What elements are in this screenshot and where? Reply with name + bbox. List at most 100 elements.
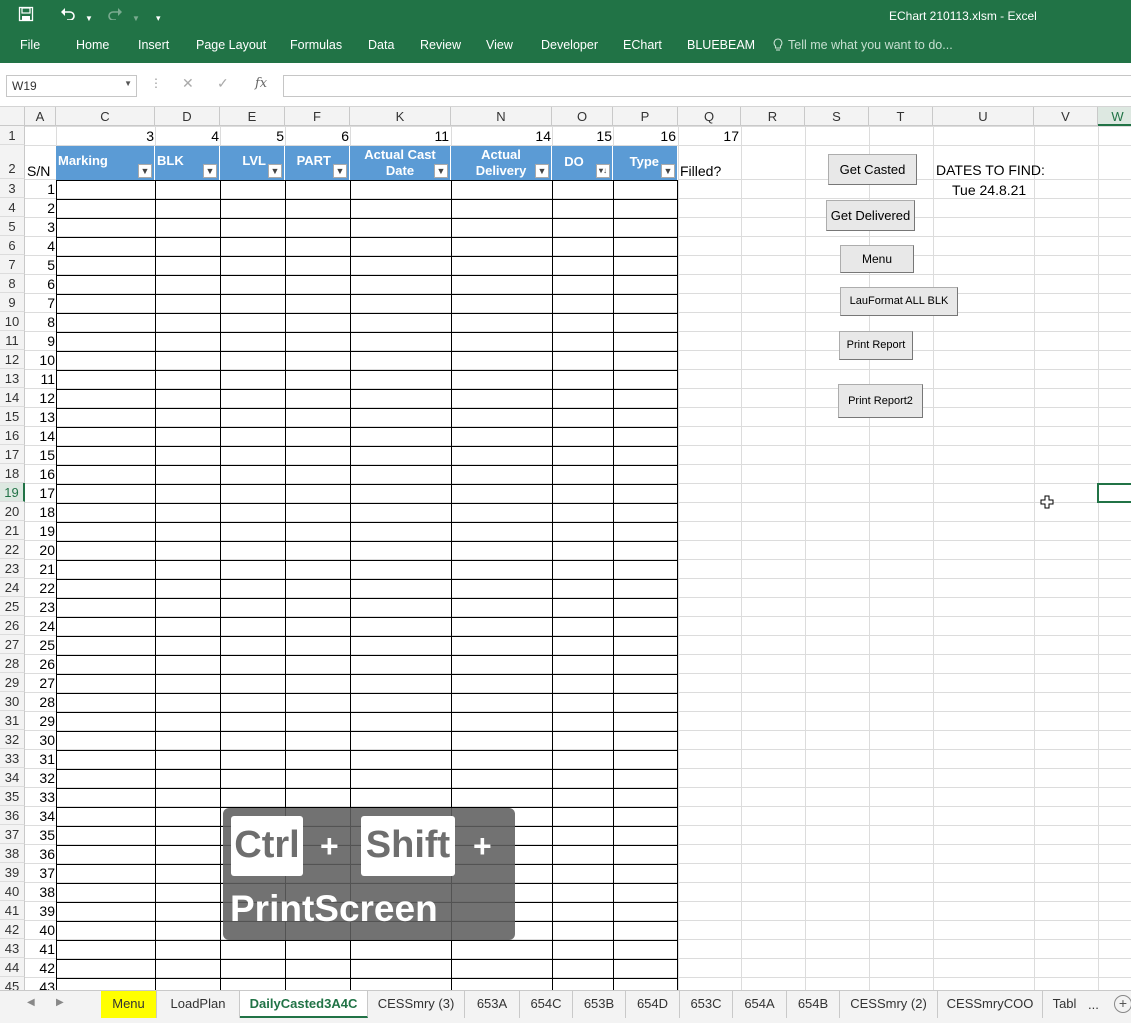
serial-number-cell[interactable]: 5 (25, 257, 55, 273)
row-header[interactable]: 16 (0, 426, 25, 445)
sheet-tab-653a[interactable]: 653A (465, 991, 520, 1018)
insert-function-icon[interactable]: fx (255, 76, 267, 91)
sort-filter-icon[interactable]: ▾↓ (596, 164, 610, 178)
serial-number-cell[interactable]: 33 (25, 789, 55, 805)
sheet-tab-cessmry-2[interactable]: CESSmry (2) (840, 991, 938, 1018)
row-header[interactable]: 38 (0, 844, 25, 863)
row-header[interactable]: 2 (0, 145, 25, 179)
get-delivered-button[interactable]: Get Delivered (826, 200, 915, 231)
row-header[interactable]: 41 (0, 901, 25, 920)
col-header-f[interactable]: F (285, 107, 350, 126)
sheet-tab-menu[interactable]: Menu (101, 991, 157, 1018)
row-header[interactable]: 20 (0, 502, 25, 521)
row-header[interactable]: 42 (0, 920, 25, 939)
cell-n1[interactable]: 14 (535, 128, 551, 144)
sheet-tab-tabl[interactable]: Tabl (1043, 991, 1086, 1018)
worksheet[interactable]: A C D E F K N O P Q R S T U V W 12345678… (0, 107, 1131, 990)
col-header-s[interactable]: S (805, 107, 869, 126)
cell-k1[interactable]: 11 (434, 128, 449, 144)
col-header-w[interactable]: W (1098, 107, 1131, 126)
row-header[interactable]: 10 (0, 312, 25, 331)
row-header[interactable]: 3 (0, 179, 25, 198)
cell-c1[interactable]: 3 (146, 128, 154, 144)
header-lvl[interactable]: LVL ▼ (220, 146, 285, 180)
sn-label[interactable]: S/N (27, 163, 50, 179)
filter-dropdown-icon[interactable]: ▼ (535, 164, 549, 178)
row-header[interactable]: 11 (0, 331, 25, 350)
cell-p1[interactable]: 16 (660, 128, 676, 144)
serial-number-cell[interactable]: 1 (25, 181, 55, 197)
filter-dropdown-icon[interactable]: ▼ (661, 164, 675, 178)
serial-number-cell[interactable]: 11 (25, 371, 55, 387)
selected-cell-w19[interactable] (1097, 483, 1131, 503)
serial-number-cell[interactable]: 27 (25, 675, 55, 691)
cell-o1[interactable]: 15 (596, 128, 612, 144)
header-actual-delivery[interactable]: Actual Delivery ▼ (451, 146, 552, 180)
row-header[interactable]: 9 (0, 293, 25, 312)
serial-number-cell[interactable]: 22 (25, 580, 55, 596)
row-header[interactable]: 29 (0, 673, 25, 692)
serial-number-cell[interactable]: 43 (25, 979, 55, 990)
row-header[interactable]: 8 (0, 274, 25, 293)
formula-input[interactable] (283, 75, 1131, 97)
name-box-dropdown-icon[interactable]: ▼ (124, 79, 132, 88)
serial-number-cell[interactable]: 14 (25, 428, 55, 444)
sheet-tab-dailycasted3a4c[interactable]: DailyCasted3A4C (240, 991, 368, 1018)
undo-dropdown-icon[interactable]: ▼ (85, 10, 93, 28)
serial-number-cell[interactable]: 37 (25, 865, 55, 881)
lauformat-all-blk-button[interactable]: LauFormat ALL BLK (840, 287, 958, 316)
date-value[interactable]: Tue 24.8.21 (952, 182, 1026, 198)
sheet-tab-654a[interactable]: 654A (733, 991, 787, 1018)
print-report-button[interactable]: Print Report (839, 331, 913, 360)
serial-number-cell[interactable]: 2 (25, 200, 55, 216)
serial-number-cell[interactable]: 25 (25, 637, 55, 653)
row-header[interactable]: 36 (0, 806, 25, 825)
serial-number-cell[interactable]: 28 (25, 694, 55, 710)
serial-number-cell[interactable]: 41 (25, 941, 55, 957)
row-header[interactable]: 13 (0, 369, 25, 388)
row-header[interactable]: 44 (0, 958, 25, 977)
header-type[interactable]: Type ▼ (613, 146, 678, 180)
undo-icon[interactable] (60, 6, 76, 25)
header-marking[interactable]: Marking ▼ (56, 146, 155, 180)
name-box[interactable]: W19 ▼ (6, 75, 137, 97)
add-sheet-icon[interactable]: + (1114, 995, 1131, 1013)
col-header-d[interactable]: D (155, 107, 220, 126)
col-header-k[interactable]: K (350, 107, 451, 126)
select-all-corner[interactable] (0, 107, 25, 126)
serial-number-cell[interactable]: 15 (25, 447, 55, 463)
row-header[interactable]: 33 (0, 749, 25, 768)
tab-data[interactable]: Data (368, 38, 394, 52)
serial-number-cell[interactable]: 21 (25, 561, 55, 577)
serial-number-cell[interactable]: 3 (25, 219, 55, 235)
row-header[interactable]: 40 (0, 882, 25, 901)
row-header[interactable]: 31 (0, 711, 25, 730)
serial-number-cell[interactable]: 13 (25, 409, 55, 425)
col-header-o[interactable]: O (552, 107, 613, 126)
sheet-tab-cessmry-3[interactable]: CESSmry (3) (368, 991, 465, 1018)
row-header[interactable]: 35 (0, 787, 25, 806)
serial-number-cell[interactable]: 23 (25, 599, 55, 615)
serial-number-cell[interactable]: 6 (25, 276, 55, 292)
save-icon[interactable] (18, 6, 34, 27)
header-part[interactable]: PART ▼ (285, 146, 350, 180)
tell-me-search[interactable]: Tell me what you want to do... (773, 38, 953, 52)
scroll-tabs-right-icon[interactable]: ▶ (56, 997, 64, 1008)
serial-number-cell[interactable]: 30 (25, 732, 55, 748)
col-header-u[interactable]: U (933, 107, 1034, 126)
sheet-tab-654d[interactable]: 654D (626, 991, 680, 1018)
row-header[interactable]: 22 (0, 540, 25, 559)
col-header-q[interactable]: Q (678, 107, 741, 126)
row-header[interactable]: 12 (0, 350, 25, 369)
tab-insert[interactable]: Insert (138, 38, 169, 52)
col-header-c[interactable]: C (56, 107, 155, 126)
sheet-tab-loadplan[interactable]: LoadPlan (157, 991, 240, 1018)
row-header[interactable]: 37 (0, 825, 25, 844)
col-header-r[interactable]: R (741, 107, 805, 126)
row-header[interactable]: 26 (0, 616, 25, 635)
row-header[interactable]: 18 (0, 464, 25, 483)
row-header[interactable]: 6 (0, 236, 25, 255)
serial-number-cell[interactable]: 36 (25, 846, 55, 862)
tab-echart[interactable]: EChart (623, 38, 662, 52)
row-header[interactable]: 19 (0, 483, 25, 502)
